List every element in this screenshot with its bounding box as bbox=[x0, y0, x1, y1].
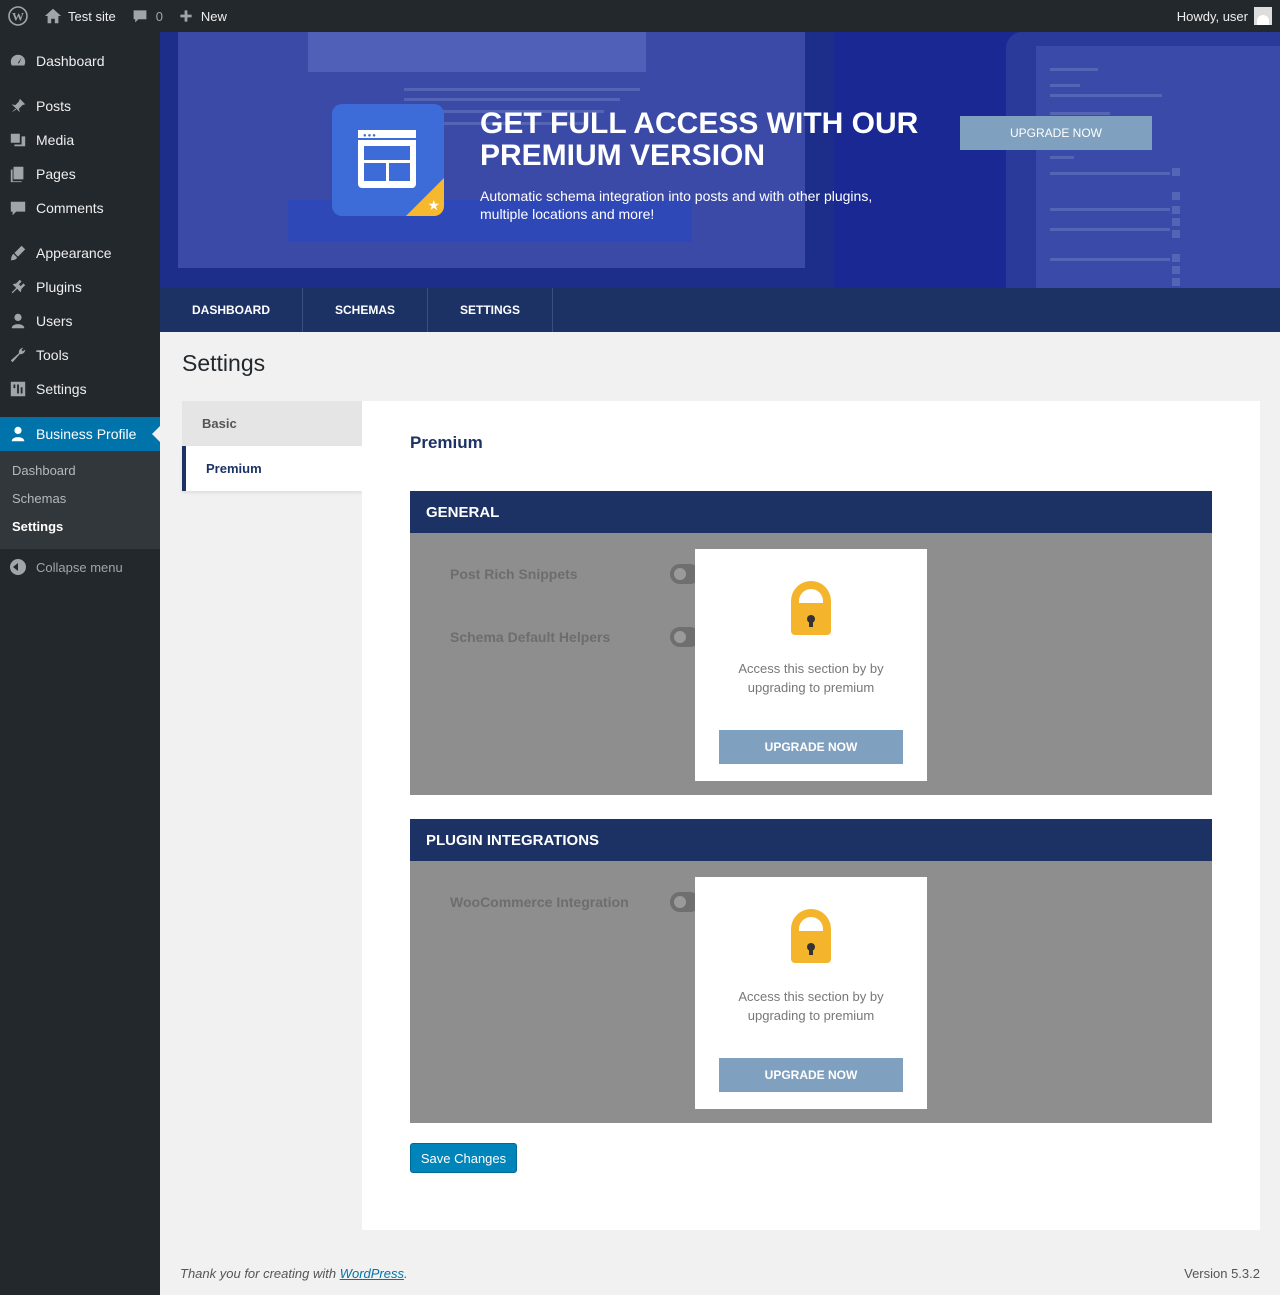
submenu-schemas[interactable]: Schemas bbox=[0, 485, 160, 513]
section-general-heading: GENERAL bbox=[410, 491, 1212, 533]
admin-sidebar: Dashboard Posts Media Pages Comments App… bbox=[0, 32, 160, 1295]
tab-settings[interactable]: SETTINGS bbox=[428, 288, 554, 332]
section-integrations-heading: PLUGIN INTEGRATIONS bbox=[410, 819, 1212, 861]
page-title: Settings bbox=[182, 350, 266, 376]
new-content-link[interactable]: New bbox=[171, 0, 235, 32]
premium-lock-box: Access this section by by upgrading to p… bbox=[695, 877, 927, 1109]
menu-label: Plugins bbox=[36, 279, 82, 295]
menu-label: Appearance bbox=[36, 245, 112, 261]
menu-label: Posts bbox=[36, 98, 72, 114]
banner-upgrade-button[interactable]: UPGRADE NOW bbox=[960, 116, 1152, 150]
premium-lock-box: Access this section by by upgrading to p… bbox=[695, 549, 927, 781]
pin-icon bbox=[8, 96, 28, 116]
avatar bbox=[1254, 7, 1272, 25]
footer-thanks-text: Thank you for creating with bbox=[180, 1266, 340, 1281]
brush-icon bbox=[8, 243, 28, 263]
comment-icon bbox=[8, 198, 28, 218]
menu-label: Pages bbox=[36, 166, 76, 182]
banner-screenshot-right bbox=[1006, 32, 1280, 288]
premium-banner: ●●● ★ GET FULL ACCESS WITH OUR PREMIUM V… bbox=[160, 32, 1280, 288]
menu-label: Business Profile bbox=[36, 426, 137, 442]
option-schema-default-helpers: Schema Default Helpers bbox=[450, 629, 611, 645]
menu-label: Tools bbox=[36, 347, 69, 363]
footer-thanks-suffix: . bbox=[404, 1266, 408, 1281]
home-icon bbox=[44, 8, 62, 24]
dashboard-icon bbox=[8, 51, 28, 71]
submenu-dashboard[interactable]: Dashboard bbox=[0, 457, 160, 485]
lock-upgrade-button[interactable]: UPGRADE NOW bbox=[719, 1058, 903, 1092]
save-changes-button[interactable]: Save Changes bbox=[410, 1143, 517, 1173]
plugin-nav: DASHBOARD SCHEMAS SETTINGS bbox=[160, 288, 1280, 332]
admin-bar: W Test site 0 New Howdy, user bbox=[0, 0, 1280, 32]
menu-users[interactable]: Users bbox=[0, 304, 160, 338]
site-name: Test site bbox=[68, 8, 116, 24]
section-general-body: Post Rich Snippets Schema Default Helper… bbox=[410, 533, 1212, 795]
person-icon bbox=[8, 424, 28, 444]
collapse-arrow-icon bbox=[10, 559, 26, 575]
section-integrations-body: WooCommerce Integration Access this sect… bbox=[410, 861, 1212, 1123]
media-icon bbox=[8, 130, 28, 150]
menu-label: Media bbox=[36, 132, 75, 148]
howdy-text: Howdy, user bbox=[1176, 8, 1248, 24]
menu-appearance[interactable]: Appearance bbox=[0, 236, 160, 270]
menu-comments[interactable]: Comments bbox=[0, 191, 160, 225]
banner-description: Automatic schema integration into posts … bbox=[480, 188, 873, 222]
users-icon bbox=[8, 311, 28, 331]
site-name-link[interactable]: Test site bbox=[36, 0, 124, 32]
section-heading: Premium bbox=[410, 433, 483, 452]
menu-pages[interactable]: Pages bbox=[0, 157, 160, 191]
comment-bubble-icon bbox=[133, 10, 147, 23]
menu-label: Dashboard bbox=[36, 53, 105, 69]
my-account[interactable]: Howdy, user bbox=[1177, 7, 1280, 25]
menu-label: Settings bbox=[36, 381, 87, 397]
menu-business-profile[interactable]: Business Profile bbox=[0, 417, 160, 451]
lock-upgrade-button[interactable]: UPGRADE NOW bbox=[719, 730, 903, 764]
plug-icon bbox=[8, 277, 28, 297]
banner-title: GET FULL ACCESS WITH OUR PREMIUM VERSION bbox=[480, 107, 919, 172]
star-icon: ★ bbox=[427, 197, 440, 213]
menu-dashboard[interactable]: Dashboard bbox=[0, 44, 160, 78]
menu-label: Users bbox=[36, 313, 73, 329]
settings-icon bbox=[8, 379, 28, 399]
settings-side-tabs: Basic Premium bbox=[182, 401, 362, 491]
lock-icon bbox=[791, 909, 831, 963]
wrench-icon bbox=[8, 345, 28, 365]
option-woocommerce-integration: WooCommerce Integration bbox=[450, 894, 629, 910]
menu-posts[interactable]: Posts bbox=[0, 89, 160, 123]
menu-media[interactable]: Media bbox=[0, 123, 160, 157]
lock-icon bbox=[791, 581, 831, 635]
collapse-label: Collapse menu bbox=[36, 559, 123, 575]
wordpress-link[interactable]: WordPress bbox=[340, 1266, 404, 1281]
side-tab-basic[interactable]: Basic bbox=[182, 401, 362, 446]
footer-thanks: Thank you for creating with WordPress. bbox=[180, 1266, 408, 1281]
submenu-settings[interactable]: Settings bbox=[0, 513, 160, 541]
plus-icon bbox=[180, 10, 192, 22]
menu-tools[interactable]: Tools bbox=[0, 338, 160, 372]
pages-icon bbox=[8, 164, 28, 184]
footer-version: Version 5.3.2 bbox=[1184, 1266, 1260, 1281]
tab-schemas[interactable]: SCHEMAS bbox=[303, 288, 429, 332]
lock-message: Access this section by by upgrading to p… bbox=[738, 989, 884, 1023]
svg-text:W: W bbox=[12, 10, 24, 24]
menu-plugins[interactable]: Plugins bbox=[0, 270, 160, 304]
menu-label: Comments bbox=[36, 200, 104, 216]
plugin-logo-icon: ●●● ★ bbox=[332, 104, 444, 216]
lock-message: Access this section by by upgrading to p… bbox=[738, 661, 884, 695]
collapse-menu-button[interactable]: Collapse menu bbox=[0, 551, 160, 583]
tab-dashboard[interactable]: DASHBOARD bbox=[160, 288, 303, 332]
settings-panel: Premium GENERAL Post Rich Snippets Schem… bbox=[362, 401, 1260, 1230]
section-general: GENERAL Post Rich Snippets Schema Defaul… bbox=[410, 491, 1212, 795]
new-label: New bbox=[200, 8, 227, 24]
section-plugin-integrations: PLUGIN INTEGRATIONS WooCommerce Integrat… bbox=[410, 819, 1212, 1123]
comments-count: 0 bbox=[155, 8, 163, 24]
side-tab-premium[interactable]: Premium bbox=[182, 446, 362, 491]
option-post-rich-snippets: Post Rich Snippets bbox=[450, 566, 578, 582]
wordpress-logo-icon[interactable]: W bbox=[0, 0, 36, 32]
menu-settings[interactable]: Settings bbox=[0, 372, 160, 406]
business-profile-submenu: Dashboard Schemas Settings bbox=[0, 451, 160, 549]
comments-link[interactable]: 0 bbox=[124, 0, 171, 32]
